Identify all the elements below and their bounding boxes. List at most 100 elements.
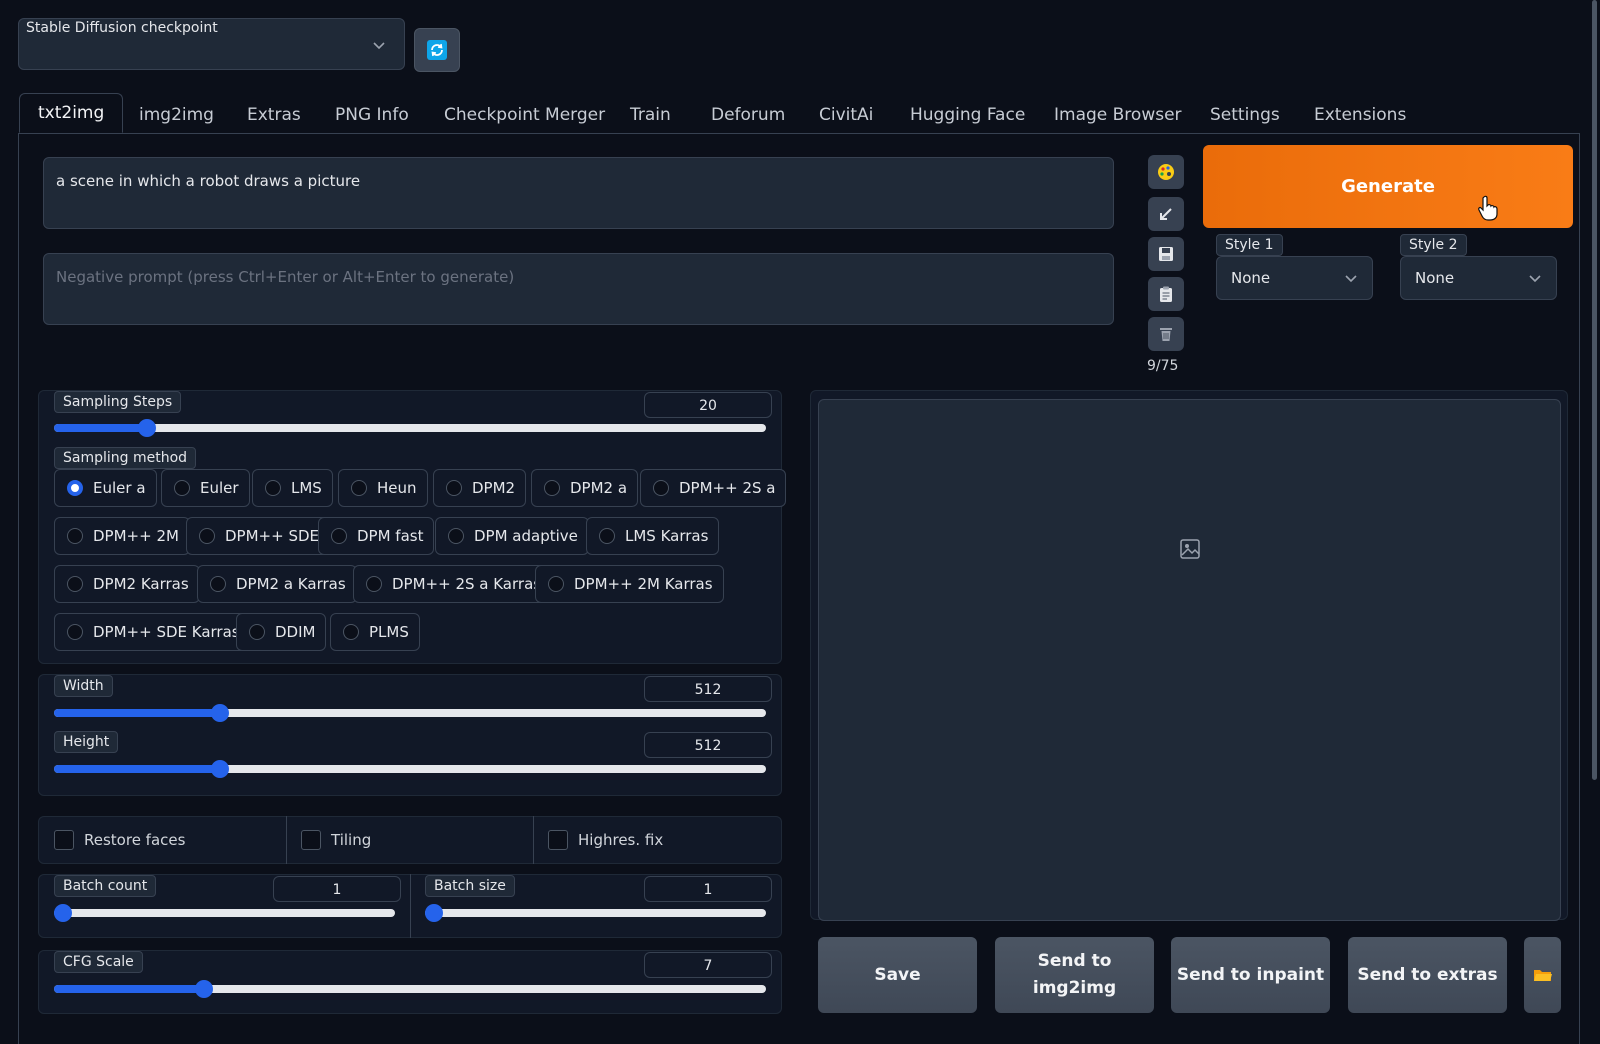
width-slider[interactable] [54, 704, 766, 722]
page-scrollbar[interactable] [1592, 0, 1597, 780]
send-to-inpaint-button[interactable]: Send to inpaint [1171, 937, 1330, 1013]
clipboard-icon [1160, 286, 1172, 302]
cfg-scale-number[interactable]: 7 [644, 952, 772, 978]
sampler-option[interactable]: DPM2 a [531, 469, 639, 507]
sampler-option[interactable]: DPM++ SDE Karras [54, 613, 251, 651]
tab-txt2img[interactable]: txt2img [19, 93, 124, 133]
sampler-option[interactable]: DPM++ SDE [186, 517, 330, 555]
radio-dot [366, 576, 382, 592]
style2-value: None [1415, 269, 1455, 287]
pointer-cursor-icon [1478, 195, 1498, 221]
tab-extras[interactable]: Extras [247, 95, 301, 135]
sampler-option[interactable]: DPM++ 2S a [640, 469, 787, 507]
radio-dot [210, 576, 226, 592]
divider [286, 816, 287, 864]
tiling-checkbox[interactable]: Tiling [301, 830, 371, 850]
checkbox-box [301, 830, 321, 850]
sampler-option[interactable]: DPM2 [433, 469, 527, 507]
sampler-option[interactable]: PLMS [330, 613, 420, 651]
arrow-down-left-icon [1160, 208, 1172, 220]
sampler-option[interactable]: DPM2 Karras [54, 565, 200, 603]
height-slider[interactable] [54, 760, 766, 778]
token-counter: 9/75 [1147, 358, 1179, 374]
radio-dot [174, 480, 190, 496]
style2-dropdown[interactable]: None [1400, 256, 1557, 300]
checkbox-box [54, 830, 74, 850]
tab-img2img[interactable]: img2img [139, 95, 214, 135]
radio-dot [351, 480, 367, 496]
save-button[interactable]: Save [818, 937, 977, 1013]
radio-dot [67, 576, 83, 592]
batch-size-number[interactable]: 1 [644, 876, 772, 902]
tab-train[interactable]: Train [630, 95, 671, 135]
radio-dot [448, 528, 464, 544]
negative-prompt-input[interactable]: Negative prompt (press Ctrl+Enter or Alt… [43, 253, 1114, 325]
checkbox-box [548, 830, 568, 850]
send-to-img2img-button[interactable]: Send to img2img [995, 937, 1154, 1013]
tab-civitai[interactable]: CivitAi [819, 95, 873, 135]
image-placeholder-icon [1180, 539, 1200, 559]
tab-checkpoint-merger[interactable]: Checkpoint Merger [444, 95, 605, 135]
restore-faces-checkbox[interactable]: Restore faces [54, 830, 185, 850]
batch-size-slider[interactable] [425, 904, 766, 922]
open-folder-button[interactable] [1524, 937, 1561, 1013]
sampler-option[interactable]: DPM++ 2M Karras [535, 565, 724, 603]
sampler-option[interactable]: Euler [161, 469, 250, 507]
cfg-scale-slider[interactable] [54, 980, 766, 998]
sampler-option[interactable]: DPM adaptive [435, 517, 589, 555]
refresh-checkpoint-button[interactable] [414, 28, 460, 72]
tab-settings[interactable]: Settings [1210, 95, 1280, 135]
sampler-option[interactable]: DPM fast [318, 517, 435, 555]
cfg-scale-label: CFG Scale [54, 951, 143, 973]
tab-hugging-face[interactable]: Hugging Face [910, 95, 1025, 135]
width-label: Width [54, 675, 113, 697]
radio-dot [544, 480, 560, 496]
tab-png-info[interactable]: PNG Info [335, 95, 409, 135]
width-number[interactable]: 512 [644, 676, 772, 702]
generate-button[interactable]: Generate [1203, 145, 1573, 228]
style2-label: Style 2 [1400, 234, 1467, 256]
sampling-steps-label: Sampling Steps [54, 391, 182, 413]
radio-dot [199, 528, 215, 544]
style1-label: Style 1 [1216, 234, 1283, 256]
sampler-option[interactable]: DPM++ 2S a Karras [353, 565, 553, 603]
checkpoint-label: Stable Diffusion checkpoint [26, 20, 218, 36]
chevron-down-icon [373, 42, 385, 50]
style1-dropdown[interactable]: None [1216, 256, 1373, 300]
divider [410, 874, 411, 938]
folder-icon [1533, 970, 1552, 981]
send-to-extras-button[interactable]: Send to extras [1348, 937, 1507, 1013]
floppy-disk-icon [1159, 247, 1173, 261]
batch-count-number[interactable]: 1 [273, 876, 401, 902]
style1-value: None [1231, 269, 1271, 287]
tab-deforum[interactable]: Deforum [711, 95, 785, 135]
radio-dot [331, 528, 347, 544]
radio-dot [446, 480, 462, 496]
tab-image-browser[interactable]: Image Browser [1054, 95, 1182, 135]
clear-prompt-button[interactable] [1148, 317, 1184, 351]
sampler-option[interactable]: LMS Karras [586, 517, 720, 555]
sampler-option[interactable]: Euler a [54, 469, 157, 507]
tab-extensions[interactable]: Extensions [1314, 95, 1406, 135]
apply-style-button[interactable] [1148, 277, 1184, 311]
radio-dot [67, 624, 83, 640]
sampling-steps-slider[interactable] [54, 419, 766, 437]
sampler-option[interactable]: DPM++ 2M [54, 517, 190, 555]
read-params-button[interactable] [1148, 197, 1184, 231]
trash-icon [1160, 328, 1172, 341]
sampler-option[interactable]: LMS [252, 469, 333, 507]
height-number[interactable]: 512 [644, 732, 772, 758]
highres-fix-checkbox[interactable]: Highres. fix [548, 830, 663, 850]
sampling-steps-number[interactable]: 20 [644, 392, 772, 418]
extra-networks-button[interactable] [1148, 155, 1184, 189]
batch-count-slider[interactable] [54, 904, 395, 922]
sampler-option[interactable]: DDIM [236, 613, 327, 651]
refresh-icon [427, 40, 447, 60]
height-label: Height [54, 731, 119, 753]
palette-icon [1158, 164, 1174, 180]
prompt-input[interactable]: a scene in which a robot draws a picture [43, 157, 1114, 229]
divider [533, 816, 534, 864]
sampler-option[interactable]: Heun [338, 469, 428, 507]
save-style-button[interactable] [1148, 237, 1184, 271]
sampler-option[interactable]: DPM2 a Karras [197, 565, 357, 603]
